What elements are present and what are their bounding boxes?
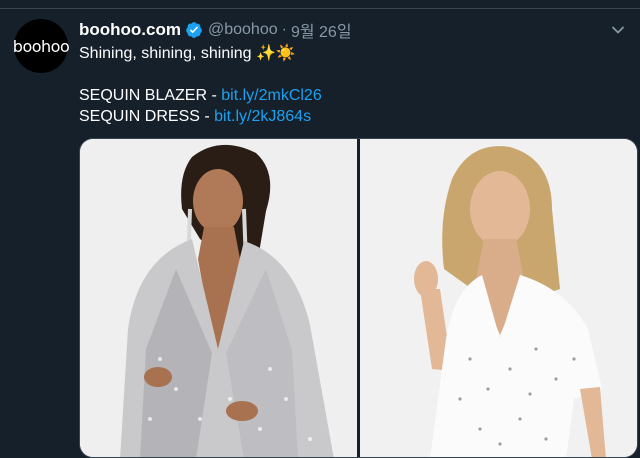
top-divider: [0, 8, 640, 9]
avatar[interactable]: boohoo: [12, 19, 70, 73]
media-grid: [79, 138, 638, 458]
timestamp[interactable]: 9월 26일: [291, 18, 352, 42]
blazer-link[interactable]: bit.ly/2mkCl26: [221, 87, 321, 104]
tweet-text: Shining, shining, shining ✨☀️ SEQUIN BLA…: [79, 43, 619, 127]
sequin-blazer-photo[interactable]: [80, 139, 357, 457]
verified-badge-icon: [186, 22, 202, 38]
chevron-down-icon[interactable]: [610, 22, 626, 38]
tweet-line-2: SEQUIN BLAZER - bit.ly/2mkCl26: [79, 85, 619, 106]
tweet-line-3: SEQUIN DRESS - bit.ly/2kJ864s: [79, 106, 619, 127]
sequin-dress-photo[interactable]: [360, 139, 637, 457]
dress-label: SEQUIN DRESS -: [79, 108, 215, 125]
tweet-line-1: Shining, shining, shining ✨☀️: [79, 45, 296, 62]
separator-dot: ·: [281, 21, 287, 38]
dress-link[interactable]: bit.ly/2kJ864s: [214, 108, 311, 125]
avatar-logo-text: boohoo: [12, 36, 70, 56]
blazer-label: SEQUIN BLAZER -: [79, 87, 222, 104]
handle[interactable]: @boohoo: [208, 21, 278, 39]
display-name[interactable]: boohoo.com: [79, 20, 181, 40]
tweet-header: boohoo.com @boohoo · 9월 26일: [79, 19, 352, 41]
